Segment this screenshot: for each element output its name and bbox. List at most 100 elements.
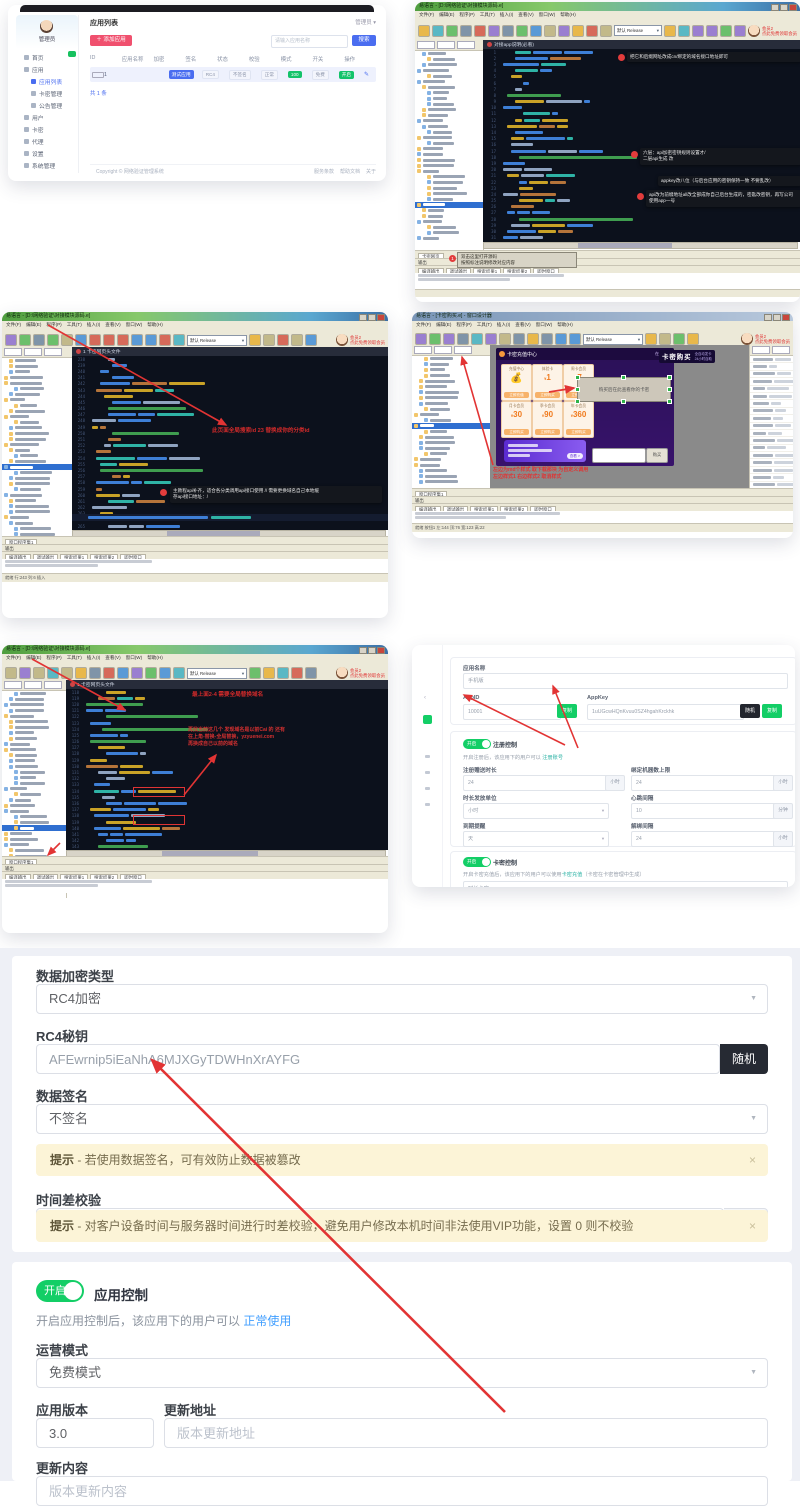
build-config-select[interactable]: 默认 Release [583, 334, 643, 345]
mode-select[interactable]: 免费模式 [36, 1358, 768, 1388]
h-scrollbar[interactable] [483, 242, 798, 249]
menu-item[interactable]: 文件(F) [6, 655, 21, 661]
toolbar-icons[interactable] [418, 25, 612, 37]
menu-item[interactable]: 插入(I) [87, 322, 101, 328]
menu-item[interactable]: 编辑(E) [439, 12, 454, 18]
copy-button[interactable]: 复制 [762, 704, 782, 718]
field-input[interactable]: 24 [631, 831, 777, 847]
menu-item[interactable]: 查看(V) [105, 655, 120, 661]
toolbar-icons[interactable] [5, 334, 185, 346]
menu-item[interactable]: 帮助(H) [560, 12, 576, 18]
toolbar-icons-2[interactable] [645, 333, 699, 345]
menu-item[interactable]: 帮助(H) [147, 655, 163, 661]
project-tree[interactable] [415, 40, 484, 252]
tree-rows[interactable] [415, 51, 483, 241]
menu-item[interactable]: 编辑(E) [26, 322, 41, 328]
window-buttons[interactable] [764, 314, 790, 321]
sidebar-item[interactable]: 设置 [16, 147, 78, 159]
inline-link[interactable]: 正常使用 [243, 1314, 291, 1328]
appid-input[interactable]: 10001 [463, 704, 561, 720]
sidebar-item[interactable]: 应用列表 [16, 75, 78, 87]
editor-tab[interactable]: 对接app说明(必看) [483, 40, 800, 49]
menu-item[interactable]: 程序(P) [459, 12, 474, 18]
menu-item[interactable]: 工具(T) [477, 322, 492, 328]
menu-item[interactable]: 工具(T) [480, 12, 495, 18]
menu-item[interactable]: 窗口(W) [536, 322, 553, 328]
window-buttons[interactable] [359, 314, 385, 321]
project-tree[interactable] [2, 347, 73, 567]
recharge-tile[interactable]: 充值中心 💰 立即充值 [501, 364, 532, 401]
sidebar-item[interactable]: 卡密管理 [16, 87, 78, 99]
footer-link[interactable]: 关于 [366, 169, 376, 175]
random-button[interactable]: 随机 [720, 1044, 768, 1074]
copy-button[interactable]: 复制 [557, 704, 577, 718]
app-name-input[interactable]: 手机版 [463, 673, 788, 689]
build-config-select[interactable]: 默认 Release [187, 335, 247, 346]
toolbar-icons-2[interactable] [249, 334, 317, 346]
nav-icon[interactable] [425, 803, 430, 806]
nav-icon[interactable] [425, 787, 430, 790]
menu-item[interactable]: 查看(V) [518, 12, 533, 18]
menu-item[interactable]: 窗口(W) [539, 12, 556, 18]
menu-item[interactable]: 查看(V) [515, 322, 530, 328]
data-sign-select[interactable]: 不签名 [36, 1104, 768, 1134]
code-editor[interactable]: 1181191201211221231241251261271281291301… [66, 689, 388, 850]
price-tile[interactable]: 季卡会员90立即购买 [532, 401, 563, 438]
menu-item[interactable]: 编辑(E) [26, 655, 41, 661]
field-select[interactable]: 时长卡密 [463, 881, 788, 887]
price-tile[interactable]: 体验卡1立即购买 [532, 364, 563, 401]
add-app-button[interactable]: ＋ 添加应用 [90, 35, 132, 46]
window-buttons[interactable] [771, 4, 797, 11]
code-editor[interactable]: 1234567891011121314151617181920212223242… [483, 49, 800, 242]
tree-rows[interactable] [412, 356, 490, 485]
random-button[interactable]: 随机 [740, 704, 760, 718]
editor-tab[interactable]: 1 卡密网页头文件 [72, 347, 388, 356]
menu-item[interactable]: 插入(I) [87, 655, 101, 661]
toolbar-icons[interactable] [5, 667, 185, 679]
menu-item[interactable]: 文件(F) [6, 322, 21, 328]
tree-tabs[interactable] [2, 680, 66, 691]
menu-item[interactable]: 工具(T) [67, 322, 82, 328]
vip-text[interactable]: 会员2点此免费领取会员 [755, 334, 790, 344]
sidebar-item[interactable]: 系统管理 [16, 159, 78, 171]
field-select[interactable]: 天 [463, 831, 609, 847]
menu-item[interactable]: 文件(F) [416, 322, 431, 328]
price-tile[interactable]: 年卡会员360立即购买 [563, 401, 594, 438]
footer-link[interactable]: 帮助文档 [340, 169, 360, 175]
encryption-type-select[interactable]: RC4加密 [36, 984, 768, 1014]
price-tile[interactable]: 月卡会员30立即购买 [501, 401, 532, 438]
collapse-icon[interactable]: ‹ [424, 695, 426, 701]
footer-link[interactable]: 服务条款 [314, 169, 334, 175]
card-button[interactable]: 查看 > [567, 453, 583, 459]
sidebar-item[interactable]: 公告管理 [16, 99, 78, 111]
search-button[interactable]: 搜索 [352, 35, 376, 46]
vip-text[interactable]: 会员2点此免费领取会员 [762, 26, 797, 36]
inline-link[interactable]: 注册账号 [542, 755, 563, 761]
close-icon[interactable]: × [749, 1210, 756, 1242]
window-buttons[interactable] [359, 647, 385, 654]
menu-item[interactable]: 程序(P) [46, 655, 61, 661]
editor-tab[interactable]: 1 卡密网页头文件 [66, 680, 388, 689]
switch-badge[interactable]: 开启 [339, 71, 354, 79]
project-tree[interactable] [412, 345, 491, 488]
row-checkbox[interactable] [92, 72, 104, 78]
nav-icon[interactable] [425, 755, 430, 758]
vip-text[interactable]: 会员2点此免费领取会员 [350, 668, 385, 678]
menu-item[interactable]: 查看(V) [105, 322, 120, 328]
edit-icon[interactable]: ✎ [364, 71, 376, 78]
field-input[interactable]: 24 [631, 775, 777, 791]
vip-text[interactable]: 会员2点此免费领取会员 [350, 335, 385, 345]
code-editor[interactable]: 2382392402412422432442452462472482492502… [72, 356, 388, 530]
toolbar-icons-2[interactable] [249, 667, 317, 679]
card-key-input[interactable] [592, 448, 646, 463]
menu-item[interactable]: 帮助(H) [557, 322, 573, 328]
menu-item[interactable]: 窗口(W) [126, 322, 143, 328]
tree-rows[interactable] [2, 358, 72, 559]
user-menu[interactable]: 管理员 ▾ [355, 18, 376, 26]
menu-item[interactable]: 工具(T) [67, 655, 82, 661]
toggle-switch[interactable]: 开启 [463, 739, 491, 749]
menu-item[interactable]: 帮助(H) [147, 322, 163, 328]
tree-tabs[interactable] [2, 347, 72, 358]
inline-link[interactable]: 卡密充值 [562, 872, 583, 878]
field-input[interactable]: 10 [631, 803, 777, 819]
